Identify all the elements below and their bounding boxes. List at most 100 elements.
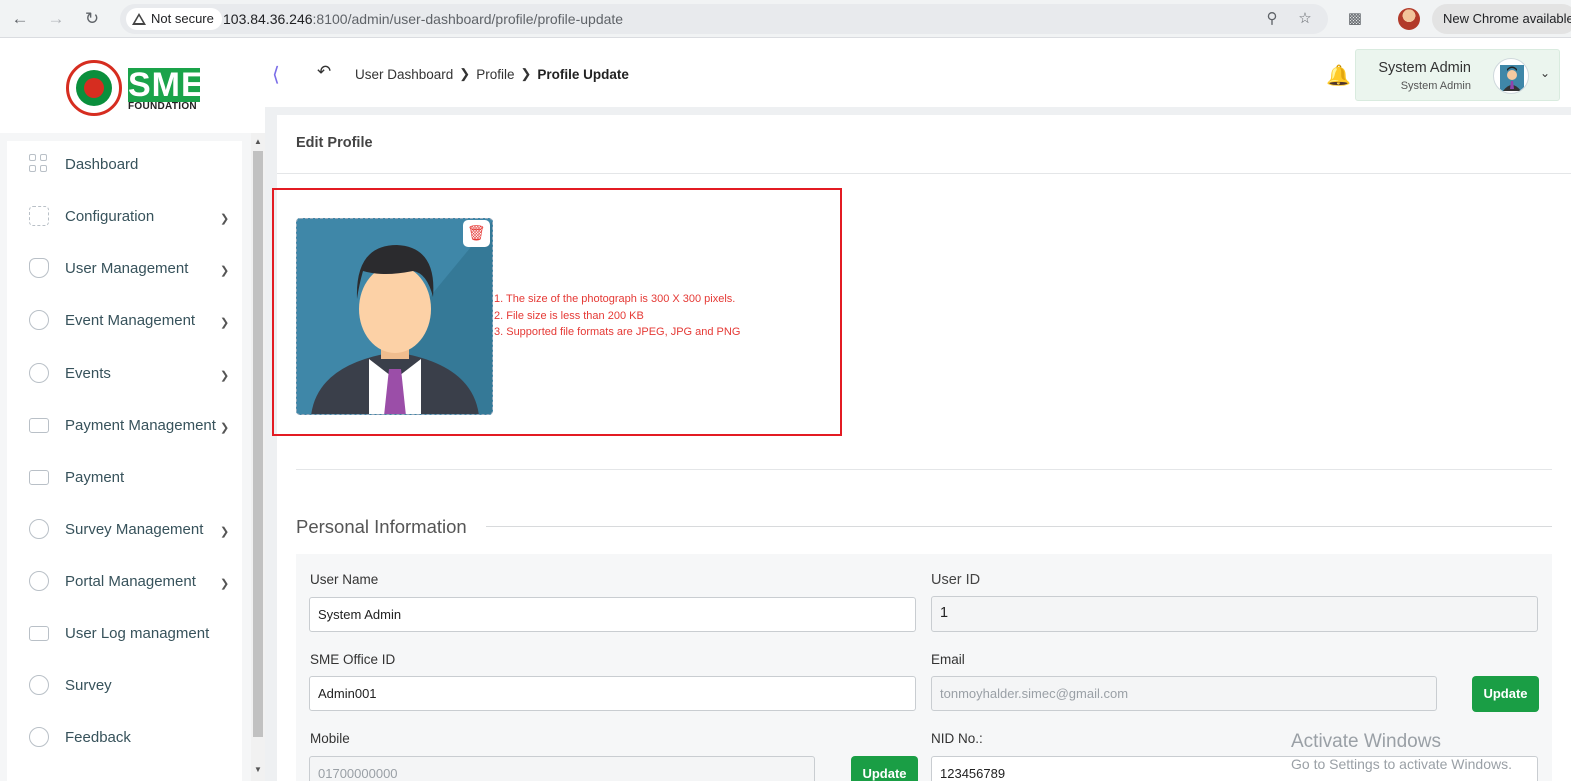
photo-rule: 2. File size is less than 200 KB	[494, 309, 644, 322]
notification-bell-icon[interactable]: 🔔	[1326, 63, 1351, 88]
user-name-field[interactable]: System Admin	[309, 597, 916, 632]
extensions-icon[interactable]: ▩	[1343, 8, 1367, 30]
sidebar-item-user-management[interactable]: User Management ❯	[7, 248, 242, 288]
scroll-down-icon[interactable]: ▼	[254, 765, 262, 774]
sidebar-item-payment[interactable]: Payment	[7, 457, 242, 497]
sidebar-item-label: Events	[65, 364, 111, 382]
section-title: Personal Information	[296, 516, 467, 537]
sidebar-item-payment-management[interactable]: Payment Management ❯	[7, 405, 242, 445]
url-host: 103.84.36.246	[223, 11, 313, 27]
chevron-right-icon: ❯	[220, 578, 230, 590]
nid-label: NID No.:	[931, 731, 983, 746]
scroll-up-icon[interactable]: ▲	[254, 137, 262, 146]
sidebar-item-label: Survey Management	[65, 520, 204, 538]
email-field: tonmoyhalder.simec@gmail.com	[931, 676, 1437, 711]
money-icon	[29, 625, 49, 641]
sidebar-item-label: Payment	[65, 468, 125, 486]
office-id-label: SME Office ID	[310, 652, 396, 667]
office-id-field[interactable]: Admin001	[309, 676, 916, 711]
sidebar-item-survey[interactable]: Survey	[7, 665, 242, 705]
breadcrumb-current: Profile Update	[537, 66, 629, 82]
user-id-label: User ID	[931, 572, 981, 588]
user-name: System Admin	[1378, 60, 1471, 76]
reload-icon[interactable]: ↻	[81, 8, 103, 30]
back-arrow-icon[interactable]: ←	[9, 8, 31, 30]
lock-circle-icon	[29, 363, 49, 383]
url-text[interactable]: 103.84.36.246:8100/admin/user-dashboard/…	[223, 4, 623, 34]
shield-icon	[29, 258, 49, 278]
sidebar-item-event-management[interactable]: Event Management ❯	[7, 300, 242, 340]
sidebar-item-user-log[interactable]: User Log managment	[7, 613, 242, 653]
lock-circle-icon	[29, 571, 49, 591]
chevron-right-icon: ❯	[220, 370, 230, 382]
sidebar-item-portal-management[interactable]: Portal Management ❯	[7, 561, 242, 601]
sidebar-item-label: Dashboard	[65, 155, 139, 173]
photo-requirements: 1. The size of the photograph is 300 X 3…	[494, 291, 740, 341]
breadcrumb-profile[interactable]: Profile	[476, 67, 514, 82]
person-placeholder-icon	[311, 221, 492, 414]
pie-icon	[29, 675, 49, 695]
address-bar[interactable]: Not secure 103.84.36.246:8100/admin/user…	[120, 4, 1328, 34]
sidebar-item-label: Survey	[65, 676, 112, 694]
sidebar-item-feedback[interactable]: Feedback	[7, 717, 242, 757]
logo-text: SME	[128, 66, 205, 104]
forward-arrow-icon[interactable]: →	[45, 8, 67, 30]
sidebar-item-dashboard[interactable]: Dashboard	[7, 144, 242, 184]
chevron-down-icon[interactable]: ⌄	[1540, 66, 1550, 80]
sidebar-item-label: Feedback	[65, 728, 131, 746]
undo-back-icon[interactable]: ↶	[317, 62, 331, 82]
sidebar-item-survey-management[interactable]: Survey Management ❯	[7, 509, 242, 549]
money-icon	[29, 469, 49, 485]
sidebar-item-label: User Log managment	[65, 624, 210, 642]
lock-circle-icon	[29, 310, 49, 330]
sidebar-scrollbar[interactable]: ▲ ▼	[251, 133, 265, 781]
avatar[interactable]	[1493, 58, 1529, 94]
user-id-field: 1	[931, 596, 1538, 632]
activation-watermark-title: Activate Windows	[1291, 731, 1441, 752]
mobile-field: 01700000000	[309, 756, 815, 781]
section-rule	[486, 526, 1552, 527]
security-badge[interactable]: Not secure	[126, 8, 222, 30]
update-email-button[interactable]: Update	[1472, 676, 1539, 712]
sidebar-item-label: Configuration	[65, 207, 155, 225]
divider	[296, 469, 1552, 470]
govt-emblem-icon	[66, 60, 122, 116]
photo-rule: 3. Supported file formats are JPEG, JPG …	[494, 326, 741, 338]
scroll-thumb[interactable]	[253, 151, 263, 737]
delete-photo-icon[interactable]: 🗑	[463, 220, 490, 247]
chevron-right-icon: ❯	[220, 265, 230, 277]
browser-profile-avatar[interactable]	[1398, 8, 1420, 30]
chrome-update-button[interactable]: New Chrome available	[1432, 4, 1571, 34]
photo-rule: 1. The size of the photograph is 300 X 3…	[494, 293, 736, 305]
url-path: :8100/admin/user-dashboard/profile/profi…	[312, 11, 624, 27]
chevron-right-icon: ❯	[220, 317, 230, 329]
user-role: System Admin	[1400, 80, 1471, 92]
sidebar-collapse-icon[interactable]: ⟨	[272, 62, 280, 87]
warning-icon	[132, 13, 146, 25]
sme-foundation-logo[interactable]: SME FOUNDATION	[66, 60, 206, 116]
zoom-icon[interactable]: ⚲	[1262, 9, 1282, 29]
divider	[277, 173, 1571, 174]
breadcrumb: User Dashboard ❯ Profile ❯ Profile Updat…	[355, 66, 629, 82]
money-icon	[29, 417, 49, 433]
bookmark-star-icon[interactable]: ☆	[1295, 9, 1315, 29]
sidebar-item-label: User Management	[65, 259, 189, 277]
email-label: Email	[931, 652, 965, 667]
chevron-right-icon: ❯	[220, 422, 230, 434]
user-menu[interactable]: System Admin System Admin ⌄	[1355, 49, 1560, 101]
configuration-icon	[29, 206, 49, 226]
sidebar-item-configuration[interactable]: Configuration ❯	[7, 196, 242, 236]
chevron-right-icon: ❯	[520, 66, 532, 81]
update-mobile-button[interactable]: Update	[851, 756, 918, 781]
user-name-label: User Name	[310, 572, 379, 587]
browser-toolbar: ← → ↻ Not secure 103.84.36.246:8100/admi…	[0, 0, 1571, 38]
sidebar-item-label: Portal Management	[65, 572, 196, 590]
mobile-label: Mobile	[310, 731, 350, 746]
security-label: Not secure	[151, 11, 214, 26]
feedback-icon	[29, 727, 49, 747]
activation-watermark-text: Go to Settings to activate Windows.	[1291, 756, 1512, 772]
chevron-right-icon: ❯	[220, 526, 230, 538]
profile-photo-upload[interactable]	[296, 218, 493, 415]
sidebar-item-events[interactable]: Events ❯	[7, 353, 242, 393]
breadcrumb-user-dashboard[interactable]: User Dashboard	[355, 67, 453, 82]
